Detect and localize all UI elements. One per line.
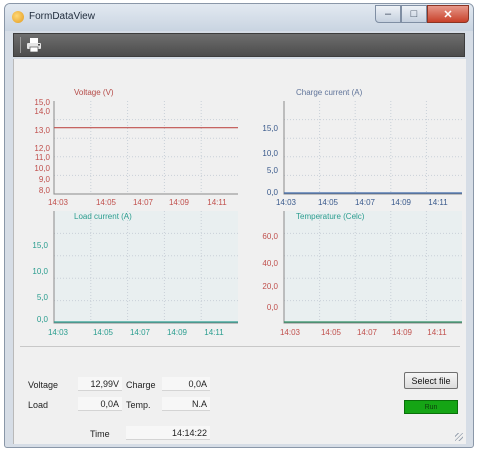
charge-y-tick: 10,0 xyxy=(262,149,278,158)
charge-y-tick: 0,0 xyxy=(267,188,279,197)
load-y-tick: 5,0 xyxy=(37,293,49,302)
charge-x-tick: 14:05 xyxy=(318,198,339,207)
temp-label: Temp. xyxy=(126,400,151,410)
title-bar: FormDataView – □ ✕ xyxy=(5,4,473,31)
print-button[interactable] xyxy=(26,37,42,53)
temperature-y-tick: 40,0 xyxy=(262,259,278,268)
voltage-y-tick: 9,0 xyxy=(39,175,51,184)
load-x-tick: 14:07 xyxy=(130,328,151,337)
minimize-icon: – xyxy=(384,8,392,20)
temperature-x-tick: 14:09 xyxy=(392,328,413,337)
load-plot xyxy=(53,211,238,324)
load-label: Load xyxy=(28,400,49,410)
maximize-icon: □ xyxy=(410,8,418,20)
charge-x-tick: 14:11 xyxy=(428,198,448,207)
temperature-x-tick: 14:03 xyxy=(280,328,301,337)
voltage-y-tick: 14,0 xyxy=(34,107,50,116)
voltage-chart-title: Voltage (V) xyxy=(74,88,114,97)
charge-y-tick: 5,0 xyxy=(267,166,279,175)
load-chart-title: Load current (A) xyxy=(74,212,132,221)
load-plot-background xyxy=(54,211,238,323)
voltage-y-tick: 12,0 xyxy=(34,144,50,153)
temperature-x-tick: 14:07 xyxy=(357,328,378,337)
load-value: 0,0A xyxy=(78,397,122,411)
load-y-tick: 10,0 xyxy=(32,267,48,276)
temperature-y-tick: 0,0 xyxy=(267,303,279,312)
voltage-y-tick: 11,0 xyxy=(35,153,51,162)
window-title: FormDataView xyxy=(29,11,95,22)
charge-x-tick: 14:09 xyxy=(391,198,412,207)
status-panel-divider xyxy=(20,346,460,347)
temperature-x-tick: 14:05 xyxy=(321,328,342,337)
charts-area: Voltage (V) 15,0 14,0 13,0 12,0 11,0 10,… xyxy=(32,88,462,337)
temperature-plot-background xyxy=(284,211,462,323)
voltage-plot xyxy=(53,101,238,195)
voltage-x-tick: 14:11 xyxy=(207,198,227,207)
charge-value: 0,0A xyxy=(162,377,210,391)
voltage-y-tick: 8,0 xyxy=(39,186,51,195)
voltage-y-tick: 13,0 xyxy=(34,126,50,135)
temperature-x-tick: 14:11 xyxy=(427,328,447,337)
charge-plot-background xyxy=(284,101,462,194)
charge-x-tick: 14:03 xyxy=(276,198,297,207)
close-button[interactable]: ✕ xyxy=(427,5,469,23)
main-content: Voltage (V) 15,0 14,0 13,0 12,0 11,0 10,… xyxy=(13,59,466,444)
app-window: FormDataView – □ ✕ Voltage (V) 15,0 14,0… xyxy=(4,3,474,448)
temp-value: N.A xyxy=(162,397,210,411)
close-icon: ✕ xyxy=(443,8,453,21)
minimize-button[interactable]: – xyxy=(375,5,401,23)
resize-grip[interactable] xyxy=(455,433,463,441)
voltage-plot-background xyxy=(54,101,238,194)
charge-y-tick: 15,0 xyxy=(262,124,278,133)
charge-chart-title: Charge current (A) xyxy=(296,88,363,97)
select-file-button[interactable]: Select file xyxy=(404,372,458,389)
load-x-tick: 14:09 xyxy=(167,328,188,337)
time-value: 14:14:22 xyxy=(126,426,210,440)
printer-icon xyxy=(27,38,41,53)
load-x-tick: 14:05 xyxy=(93,328,114,337)
temperature-y-tick: 60,0 xyxy=(262,232,278,241)
app-icon xyxy=(12,11,24,23)
temperature-plot xyxy=(283,211,462,324)
voltage-y-tick: 15,0 xyxy=(34,98,50,107)
voltage-x-tick: 14:09 xyxy=(169,198,190,207)
temperature-y-tick: 20,0 xyxy=(262,282,278,291)
load-x-tick: 14:03 xyxy=(48,328,69,337)
load-y-tick: 0,0 xyxy=(37,315,49,324)
load-y-tick: 15,0 xyxy=(32,241,48,250)
charge-x-tick: 14:07 xyxy=(355,198,376,207)
charge-plot xyxy=(283,101,462,195)
voltage-value: 12,99V xyxy=(78,377,122,391)
voltage-label: Voltage xyxy=(28,380,59,390)
toolbar-separator xyxy=(20,37,21,53)
voltage-x-tick: 14:03 xyxy=(48,198,69,207)
temperature-chart-title: Temperature (Celc) xyxy=(296,212,365,221)
voltage-x-tick: 14:07 xyxy=(133,198,154,207)
charge-label: Charge xyxy=(126,380,156,390)
toolbar xyxy=(13,33,465,57)
voltage-y-tick: 10,0 xyxy=(34,164,50,173)
voltage-x-tick: 14:05 xyxy=(96,198,117,207)
run-button[interactable]: Run xyxy=(404,400,458,414)
load-x-tick: 14:11 xyxy=(204,328,224,337)
maximize-button[interactable]: □ xyxy=(401,5,427,23)
time-label: Time xyxy=(90,429,110,439)
